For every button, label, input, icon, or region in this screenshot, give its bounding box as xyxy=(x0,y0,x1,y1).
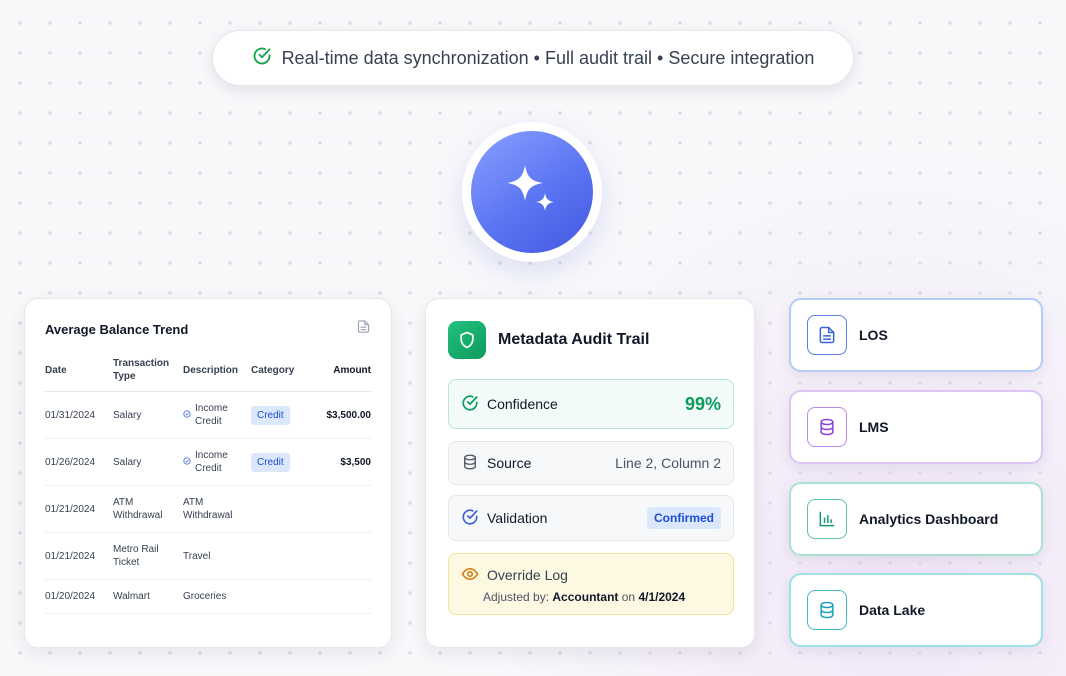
sparkle-icon xyxy=(501,159,563,226)
system-card-data-lake[interactable]: Data Lake xyxy=(789,573,1043,647)
check-circle-icon xyxy=(183,409,191,422)
cell-amount xyxy=(307,532,371,580)
override-date: 4/1/2024 xyxy=(638,589,686,604)
eye-icon xyxy=(461,565,479,586)
cell-date: 01/20/2024 xyxy=(45,579,113,614)
source-label: Source xyxy=(487,455,532,471)
cell-date: 01/26/2024 xyxy=(45,438,113,486)
system-label: Analytics Dashboard xyxy=(859,511,999,527)
col-amount: Amount xyxy=(307,351,371,392)
validation-status-badge: Confirmed xyxy=(647,507,721,529)
balance-trend-card: Average Balance Trend Date Transaction T… xyxy=(24,298,392,648)
balance-trend-title: Average Balance Trend xyxy=(45,321,189,337)
features-banner-text: Real-time data synchronization • Full au… xyxy=(281,47,815,68)
document-icon xyxy=(807,315,847,355)
col-type: Transaction Type xyxy=(113,351,183,392)
audit-trail-card: Metadata Audit Trail Confidence 99% Sour… xyxy=(425,298,755,648)
system-card-analytics-dashboard[interactable]: Analytics Dashboard xyxy=(789,482,1043,556)
cell-type: Salary xyxy=(113,438,183,486)
cell-category: Credit xyxy=(251,391,307,439)
cell-date: 01/21/2024 xyxy=(45,532,113,580)
category-badge: Credit xyxy=(251,452,290,472)
confidence-row: Confidence 99% xyxy=(448,379,734,429)
shield-icon xyxy=(448,321,486,359)
col-description: Description xyxy=(183,351,251,392)
system-card-lms[interactable]: LMS xyxy=(789,390,1043,464)
override-log-row: Override Log Adjusted by: Accountant on … xyxy=(448,553,734,615)
cell-date: 01/21/2024 xyxy=(45,485,113,533)
source-row: Source Line 2, Column 2 xyxy=(448,441,734,485)
database-icon xyxy=(807,590,847,630)
transactions-table: Date Transaction Type Description Catego… xyxy=(45,351,371,614)
cell-amount: $3,500 xyxy=(307,438,371,486)
cell-type: Salary xyxy=(113,391,183,439)
database-icon xyxy=(461,453,479,474)
table-row[interactable]: 01/21/2024 ATM Withdrawal ATM Withdrawal xyxy=(45,485,371,533)
col-category: Category xyxy=(251,351,307,392)
system-label: LOS xyxy=(859,327,888,343)
cell-description: Travel xyxy=(183,532,251,580)
system-label: Data Lake xyxy=(859,602,926,618)
cell-type: Metro Rail Ticket xyxy=(113,532,183,580)
table-row[interactable]: 01/26/2024 Salary Income Credit Credit $… xyxy=(45,438,371,486)
override-user: Accountant xyxy=(552,589,619,604)
override-log-detail: Adjusted by: Accountant on 4/1/2024 xyxy=(483,589,686,604)
integration-canvas: Real-time data synchronization • Full au… xyxy=(0,0,1066,676)
cell-type: Walmart xyxy=(113,579,183,614)
cell-amount: $3,500.00 xyxy=(307,391,371,439)
validation-label: Validation xyxy=(487,510,548,526)
table-row[interactable]: 01/20/2024 Walmart Groceries xyxy=(45,579,371,614)
features-banner: Real-time data synchronization • Full au… xyxy=(212,30,854,86)
override-log-label: Override Log xyxy=(487,567,568,583)
cell-category xyxy=(251,532,307,580)
database-icon xyxy=(807,407,847,447)
confidence-label: Confidence xyxy=(487,396,558,412)
cell-description: Groceries xyxy=(183,579,251,614)
bar-chart-icon xyxy=(807,499,847,539)
cell-date: 01/31/2024 xyxy=(45,391,113,439)
document-icon[interactable] xyxy=(356,319,371,339)
cell-type: ATM Withdrawal xyxy=(113,485,183,533)
table-row[interactable]: 01/21/2024 Metro Rail Ticket Travel xyxy=(45,532,371,580)
cell-description: Income Credit xyxy=(183,438,251,486)
confidence-value: 99% xyxy=(684,393,721,414)
check-circle-icon xyxy=(461,508,479,529)
system-card-los[interactable]: LOS xyxy=(789,298,1043,372)
hub-orb[interactable] xyxy=(471,131,593,253)
cell-amount xyxy=(307,579,371,614)
system-label: LMS xyxy=(859,419,889,435)
source-value: Line 2, Column 2 xyxy=(615,455,721,471)
check-circle-icon xyxy=(183,456,191,469)
category-badge: Credit xyxy=(251,405,290,425)
check-circle-icon xyxy=(252,46,272,71)
table-header-row: Date Transaction Type Description Catego… xyxy=(45,351,371,392)
cell-category: Credit xyxy=(251,438,307,486)
cell-description: Income Credit xyxy=(183,391,251,439)
audit-trail-title: Metadata Audit Trail xyxy=(498,331,650,348)
table-row[interactable]: 01/31/2024 Salary Income Credit Credit $… xyxy=(45,391,371,439)
cell-category xyxy=(251,485,307,533)
col-date: Date xyxy=(45,351,113,392)
cell-category xyxy=(251,579,307,614)
cell-description: ATM Withdrawal xyxy=(183,485,251,533)
cell-amount xyxy=(307,485,371,533)
validation-row: Validation Confirmed xyxy=(448,495,734,541)
check-circle-icon xyxy=(461,394,479,415)
